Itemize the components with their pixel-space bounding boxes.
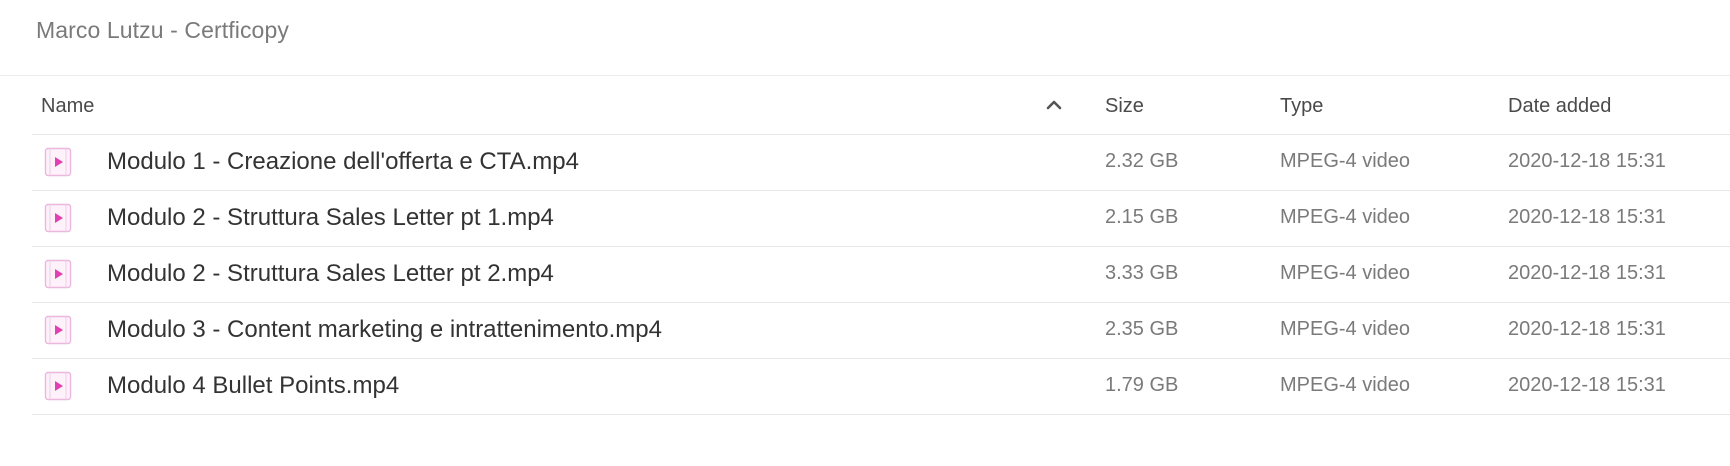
file-name[interactable]: Modulo 4 Bullet Points.mp4	[107, 372, 399, 400]
file-date: 2020-12-18 15:31	[1508, 206, 1666, 228]
file-size: 2.35 GB	[1105, 318, 1179, 340]
table-row[interactable]: Modulo 4 Bullet Points.mp4 1.79 GB MPEG-…	[32, 359, 1730, 415]
file-table: Name Size Type Date added Modulo 1 - Cre…	[32, 76, 1730, 415]
table-header: Name Size Type Date added	[32, 76, 1730, 135]
column-header-type[interactable]: Type	[1280, 95, 1323, 118]
file-date: 2020-12-18 15:31	[1508, 374, 1666, 396]
column-header-date[interactable]: Date added	[1508, 95, 1611, 118]
video-file-icon	[44, 315, 72, 345]
table-row[interactable]: Modulo 2 - Struttura Sales Letter pt 2.m…	[32, 247, 1730, 303]
file-name[interactable]: Modulo 2 - Struttura Sales Letter pt 1.m…	[107, 204, 554, 232]
column-header-size[interactable]: Size	[1105, 95, 1144, 118]
file-size: 1.79 GB	[1105, 374, 1179, 396]
file-size: 3.33 GB	[1105, 262, 1179, 284]
chevron-up-icon[interactable]	[1044, 97, 1064, 113]
file-name[interactable]: Modulo 2 - Struttura Sales Letter pt 2.m…	[107, 260, 554, 288]
video-file-icon	[44, 203, 72, 233]
column-header-name[interactable]: Name	[41, 95, 94, 118]
video-file-icon	[44, 371, 72, 401]
file-name[interactable]: Modulo 1 - Creazione dell'offerta e CTA.…	[107, 148, 579, 176]
table-row[interactable]: Modulo 1 - Creazione dell'offerta e CTA.…	[32, 135, 1730, 191]
breadcrumb[interactable]: Marco Lutzu - Certficopy	[36, 17, 289, 44]
file-date: 2020-12-18 15:31	[1508, 150, 1666, 172]
file-type: MPEG-4 video	[1280, 318, 1411, 340]
file-size: 2.15 GB	[1105, 206, 1179, 228]
video-file-icon	[44, 259, 72, 289]
file-date: 2020-12-18 15:31	[1508, 318, 1666, 340]
file-size: 2.32 GB	[1105, 150, 1179, 172]
table-row[interactable]: Modulo 3 - Content marketing e intratten…	[32, 303, 1730, 359]
file-type: MPEG-4 video	[1280, 374, 1411, 396]
file-type: MPEG-4 video	[1280, 150, 1411, 172]
file-type: MPEG-4 video	[1280, 262, 1411, 284]
file-type: MPEG-4 video	[1280, 206, 1411, 228]
table-row[interactable]: Modulo 2 - Struttura Sales Letter pt 1.m…	[32, 191, 1730, 247]
file-date: 2020-12-18 15:31	[1508, 262, 1666, 284]
file-name[interactable]: Modulo 3 - Content marketing e intratten…	[107, 316, 662, 344]
video-file-icon	[44, 147, 72, 177]
